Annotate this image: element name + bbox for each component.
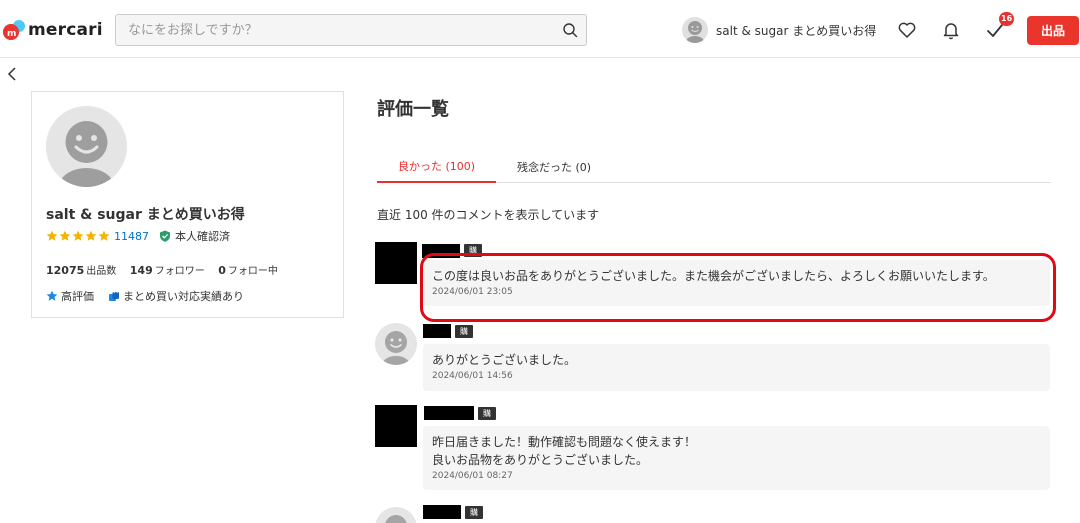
- star-icon: [46, 230, 58, 241]
- rating-stars: [46, 230, 111, 242]
- followers-label: フォロワー: [154, 266, 205, 277]
- review-text: ありがとうございました。: [432, 353, 577, 367]
- reviewer-avatar[interactable]: [375, 507, 417, 523]
- profile-name: salt & sugar まとめ買いお得: [46, 207, 245, 223]
- header-user-name: salt & sugar まとめ買いお得: [716, 23, 877, 38]
- avatar: [682, 17, 708, 43]
- reviewer-avatar[interactable]: [375, 323, 417, 365]
- review-bubble: ありがとうございました。 2024/06/01 14:56: [423, 344, 1050, 391]
- logo-text: mercari: [28, 20, 103, 40]
- top-header: m mercari salt & sugar まとめ買いお得: [0, 0, 1080, 58]
- followers-count[interactable]: 149: [130, 264, 153, 277]
- reviewer-avatar[interactable]: [375, 405, 417, 447]
- svg-text:m: m: [7, 29, 16, 39]
- reviewer-name[interactable]: [424, 406, 474, 420]
- star-icon: [72, 230, 84, 241]
- mercari-logo[interactable]: m mercari: [3, 18, 103, 42]
- sell-button[interactable]: 出品: [1027, 16, 1079, 45]
- shopping-bag-icon: [109, 291, 119, 301]
- star-icon: [98, 230, 110, 241]
- profile-card: salt & sugar まとめ買いお得 11487 本人確認済 12075 出品…: [31, 91, 344, 318]
- review-tabs: 良かった (100) 残念だった (0): [377, 150, 1051, 183]
- tag-high-rating: 高評価: [46, 288, 94, 304]
- verified-label: 本人確認済: [175, 230, 230, 243]
- mercari-logo-icon: m: [3, 19, 25, 41]
- annotation-highlight: [420, 253, 1056, 322]
- tab-bad[interactable]: 残念だった (0): [499, 150, 609, 183]
- review-bubble: 昨日届きました！動作確認も問題なく使えます！ 良いお品物をありがとうございました…: [423, 426, 1050, 490]
- avatar: [46, 106, 127, 187]
- rating-row: 11487 本人確認済: [46, 228, 230, 244]
- shield-check-icon: [160, 230, 170, 242]
- page-title: 評価一覧: [377, 99, 449, 120]
- profile-tags: 高評価 まとめ買い対応実績あり: [46, 288, 258, 304]
- star-icon: [46, 290, 58, 301]
- search-box: [115, 14, 587, 46]
- reviewer-avatar[interactable]: [375, 242, 417, 284]
- heart-icon[interactable]: [897, 20, 917, 40]
- search-input[interactable]: [116, 15, 546, 45]
- comment-count-note: 直近 100 件のコメントを表示しています: [377, 208, 600, 222]
- notification-badge: 16: [999, 12, 1015, 26]
- bell-icon[interactable]: [941, 20, 961, 40]
- star-icon: [85, 230, 97, 241]
- listings-label: 出品数: [86, 266, 117, 277]
- verified-badge: 本人確認済: [159, 228, 230, 244]
- following-count[interactable]: 0: [218, 264, 226, 277]
- chevron-left-icon[interactable]: [6, 67, 18, 81]
- reviewer-name[interactable]: [423, 324, 451, 338]
- reviewer-name[interactable]: [423, 505, 461, 519]
- search-icon[interactable]: [562, 22, 578, 38]
- star-icon: [59, 230, 71, 241]
- buyer-badge: 購入者: [478, 407, 496, 444]
- avatar-face-icon: [375, 323, 417, 365]
- rating-count-link[interactable]: 11487: [114, 230, 149, 243]
- review-date: 2024/06/01 08:27: [432, 471, 513, 481]
- buyer-badge: 購入者: [465, 506, 483, 523]
- review-text-line-1: 昨日届きました！動作確認も問題なく使えます！: [432, 435, 697, 449]
- following-label: フォロー中: [227, 266, 278, 277]
- review-date: 2024/06/01 14:56: [432, 371, 513, 381]
- buyer-badge: 購入者: [455, 325, 473, 362]
- avatar-face-icon: [46, 106, 127, 187]
- profile-stats: 12075 出品数 149 フォロワー 0 フォロー中: [46, 262, 288, 277]
- account-menu[interactable]: salt & sugar まとめ買いお得: [682, 17, 876, 43]
- avatar-face-icon: [682, 17, 708, 43]
- listings-count: 12075: [46, 264, 85, 277]
- tab-good[interactable]: 良かった (100): [377, 150, 496, 183]
- tag-bulk-buy: まとめ買い対応実績あり: [108, 288, 244, 304]
- review-text-line-2: 良いお品物をありがとうございました。: [432, 453, 649, 467]
- avatar-face-icon: [375, 507, 417, 523]
